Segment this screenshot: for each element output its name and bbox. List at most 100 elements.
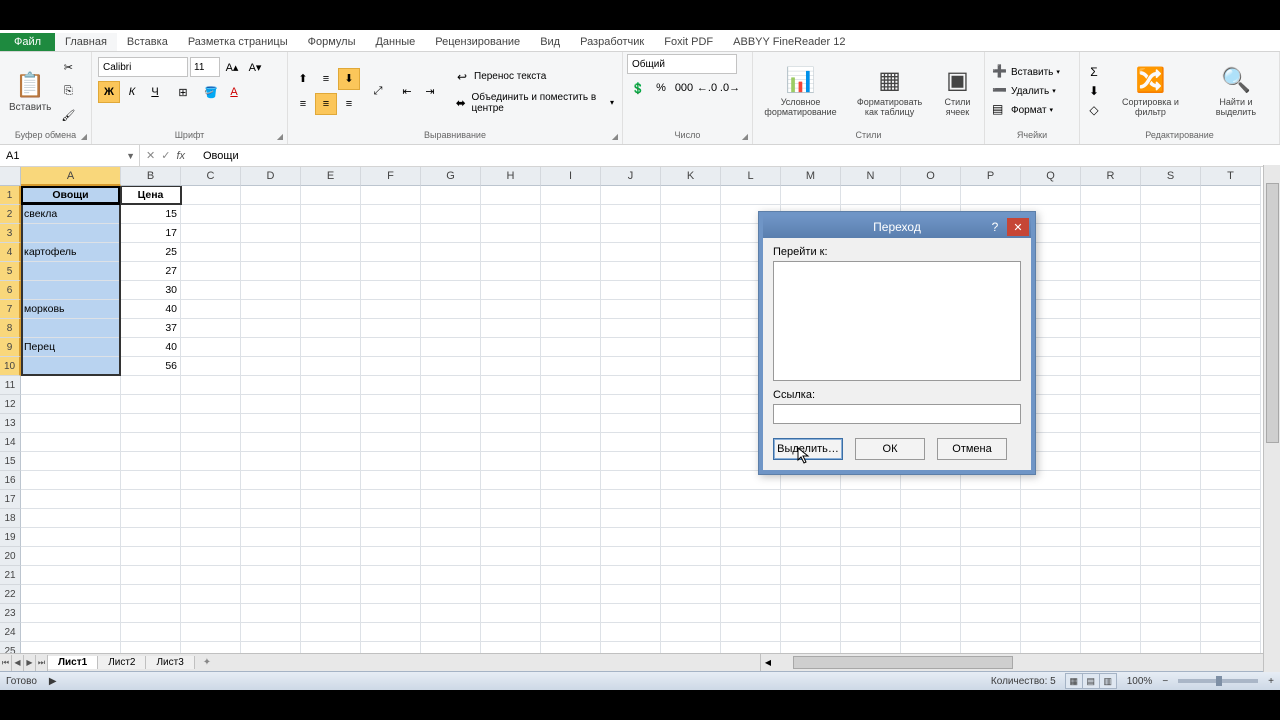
goto-listbox[interactable]	[773, 261, 1021, 381]
cell-T12[interactable]	[1201, 395, 1261, 414]
cell-Q19[interactable]	[1021, 528, 1081, 547]
cell-T7[interactable]	[1201, 300, 1261, 319]
cell-A6[interactable]	[21, 281, 121, 300]
cell-B9[interactable]: 40	[121, 338, 181, 357]
cell-C20[interactable]	[181, 547, 241, 566]
cell-K13[interactable]	[661, 414, 721, 433]
row-header-2[interactable]: 2	[0, 205, 21, 224]
cell-N17[interactable]	[841, 490, 901, 509]
percent-button[interactable]: %	[650, 77, 672, 99]
cell-T6[interactable]	[1201, 281, 1261, 300]
clipboard-launcher-icon[interactable]: ◢	[79, 132, 89, 142]
cell-H5[interactable]	[481, 262, 541, 281]
cell-O19[interactable]	[901, 528, 961, 547]
cell-B20[interactable]	[121, 547, 181, 566]
cell-F7[interactable]	[361, 300, 421, 319]
cell-L17[interactable]	[721, 490, 781, 509]
cell-D13[interactable]	[241, 414, 301, 433]
cell-B13[interactable]	[121, 414, 181, 433]
file-tab[interactable]: Файл	[0, 33, 55, 51]
cell-G7[interactable]	[421, 300, 481, 319]
cell-L25[interactable]	[721, 642, 781, 653]
cell-K24[interactable]	[661, 623, 721, 642]
column-header-K[interactable]: K	[661, 167, 721, 186]
cell-C23[interactable]	[181, 604, 241, 623]
row-header-4[interactable]: 4	[0, 243, 21, 262]
cell-J8[interactable]	[601, 319, 661, 338]
cell-D22[interactable]	[241, 585, 301, 604]
cell-D8[interactable]	[241, 319, 301, 338]
cell-E23[interactable]	[301, 604, 361, 623]
cell-D24[interactable]	[241, 623, 301, 642]
cell-F3[interactable]	[361, 224, 421, 243]
cell-A25[interactable]	[21, 642, 121, 653]
cell-J12[interactable]	[601, 395, 661, 414]
cell-T18[interactable]	[1201, 509, 1261, 528]
cell-R24[interactable]	[1081, 623, 1141, 642]
tab-abbyy-finereader-12[interactable]: ABBYY FineReader 12	[723, 33, 855, 51]
cell-N25[interactable]	[841, 642, 901, 653]
cell-S21[interactable]	[1141, 566, 1201, 585]
cell-R16[interactable]	[1081, 471, 1141, 490]
cell-J15[interactable]	[601, 452, 661, 471]
cell-F11[interactable]	[361, 376, 421, 395]
cell-B7[interactable]: 40	[121, 300, 181, 319]
cell-R23[interactable]	[1081, 604, 1141, 623]
cell-Q23[interactable]	[1021, 604, 1081, 623]
column-header-A[interactable]: A	[21, 167, 121, 186]
tab-разметка-страницы[interactable]: Разметка страницы	[178, 33, 298, 51]
cell-T2[interactable]	[1201, 205, 1261, 224]
cell-A11[interactable]	[21, 376, 121, 395]
comma-button[interactable]: 000	[673, 77, 695, 99]
cell-T19[interactable]	[1201, 528, 1261, 547]
cell-K19[interactable]	[661, 528, 721, 547]
cell-E19[interactable]	[301, 528, 361, 547]
cell-O24[interactable]	[901, 623, 961, 642]
cell-H21[interactable]	[481, 566, 541, 585]
cell-H4[interactable]	[481, 243, 541, 262]
format-painter-button[interactable]: 🖌	[57, 104, 79, 126]
zoom-in-button[interactable]: +	[1268, 676, 1274, 687]
cell-K17[interactable]	[661, 490, 721, 509]
decrease-decimal-button[interactable]: .0→	[719, 77, 741, 99]
cell-H13[interactable]	[481, 414, 541, 433]
cell-A19[interactable]	[21, 528, 121, 547]
cell-Q17[interactable]	[1021, 490, 1081, 509]
cell-G16[interactable]	[421, 471, 481, 490]
cell-S16[interactable]	[1141, 471, 1201, 490]
cell-A8[interactable]	[21, 319, 121, 338]
cell-B6[interactable]: 30	[121, 281, 181, 300]
cell-I1[interactable]	[541, 186, 601, 205]
cell-H2[interactable]	[481, 205, 541, 224]
sheet-tab-Лист2[interactable]: Лист2	[98, 656, 146, 669]
cell-F18[interactable]	[361, 509, 421, 528]
cell-J3[interactable]	[601, 224, 661, 243]
cell-D4[interactable]	[241, 243, 301, 262]
cell-H7[interactable]	[481, 300, 541, 319]
cell-H15[interactable]	[481, 452, 541, 471]
font-launcher-icon[interactable]: ◢	[275, 132, 285, 142]
row-header-21[interactable]: 21	[0, 566, 21, 585]
cell-C2[interactable]	[181, 205, 241, 224]
cell-S15[interactable]	[1141, 452, 1201, 471]
cell-R22[interactable]	[1081, 585, 1141, 604]
cell-F5[interactable]	[361, 262, 421, 281]
cell-M20[interactable]	[781, 547, 841, 566]
cell-T10[interactable]	[1201, 357, 1261, 376]
cell-N18[interactable]	[841, 509, 901, 528]
cell-R3[interactable]	[1081, 224, 1141, 243]
cell-B11[interactable]	[121, 376, 181, 395]
column-header-F[interactable]: F	[361, 167, 421, 186]
column-header-I[interactable]: I	[541, 167, 601, 186]
cell-D10[interactable]	[241, 357, 301, 376]
wrap-text-button[interactable]: ↩ Перенос текста	[450, 67, 618, 87]
column-header-H[interactable]: H	[481, 167, 541, 186]
cell-E17[interactable]	[301, 490, 361, 509]
cell-B5[interactable]: 27	[121, 262, 181, 281]
borders-button[interactable]: ⊞	[172, 81, 194, 103]
row-header-20[interactable]: 20	[0, 547, 21, 566]
cancel-formula-icon[interactable]: ✕	[146, 149, 155, 162]
cell-L19[interactable]	[721, 528, 781, 547]
cell-A1[interactable]: Овощи	[21, 186, 121, 205]
decrease-font-button[interactable]: A▾	[244, 56, 266, 78]
